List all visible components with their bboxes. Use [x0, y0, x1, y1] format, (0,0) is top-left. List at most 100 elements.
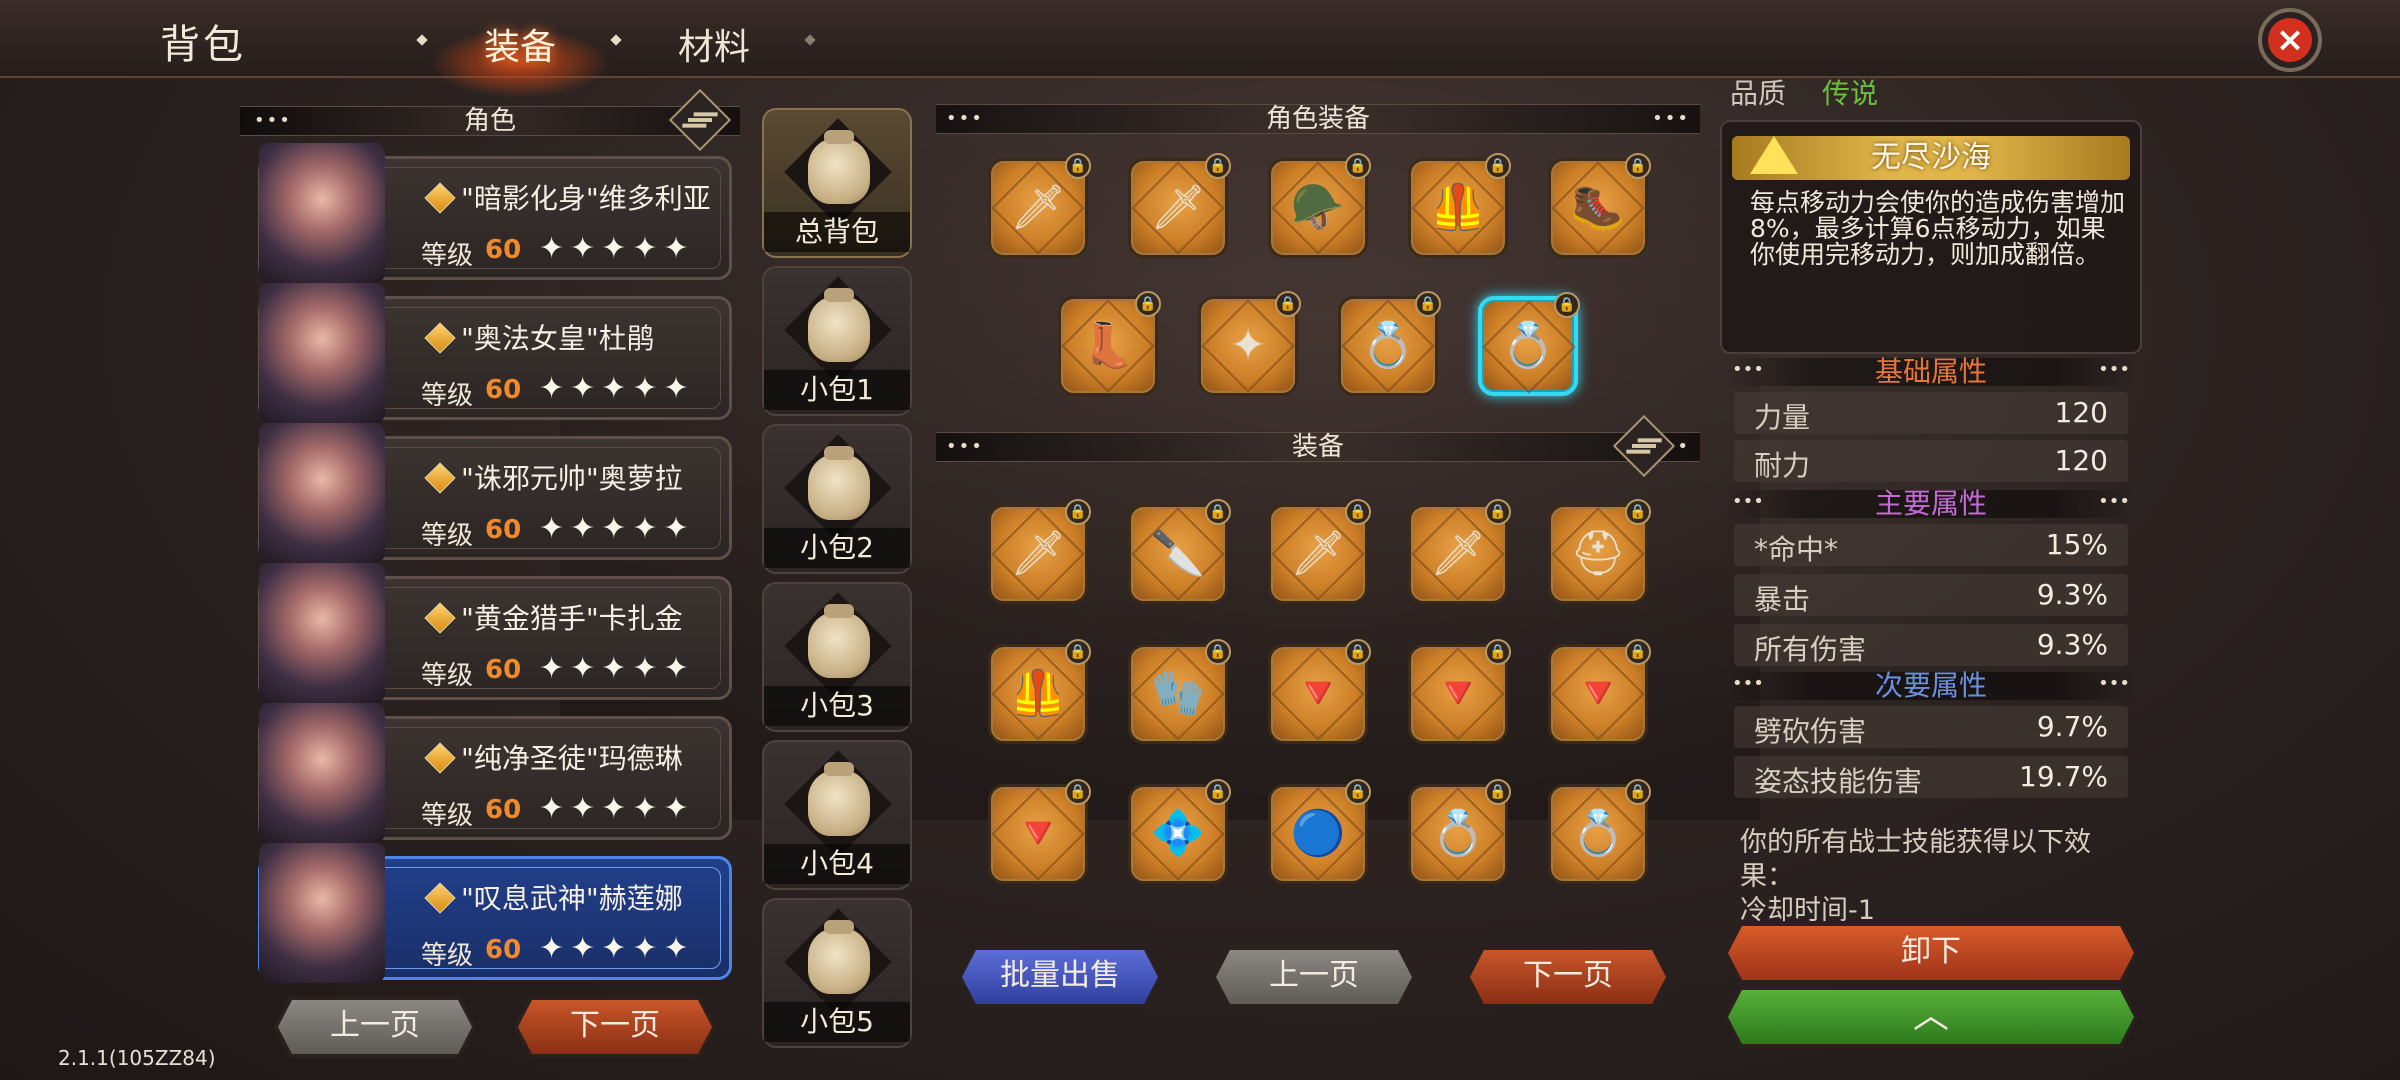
character-card[interactable]: "叹息武神"赫莲娜 等级 60 ✦✦✦✦✦	[258, 843, 732, 983]
bag-tab[interactable]: 总背包	[762, 108, 912, 258]
equipment-slot[interactable]: 🥾 🔒	[1548, 153, 1651, 258]
lock-icon: 🔒	[1135, 291, 1161, 317]
bulk-sell-button[interactable]: 批量出售	[962, 950, 1158, 1004]
stat-row: 所有伤害 9.3%	[1734, 624, 2128, 666]
lock-icon: 🔒	[1485, 779, 1511, 805]
lock-icon: 🔒	[1625, 639, 1651, 665]
character-card[interactable]: "诛邪元帅"奥萝拉等级 60 ✦✦✦✦✦	[258, 423, 732, 563]
equipment-slot[interactable]: 🦺 🔒	[1408, 153, 1511, 258]
blue-orb-icon: 🔵	[1290, 808, 1346, 859]
red-blade-icon: 🗡	[1010, 528, 1066, 579]
star-rating: ✦✦✦✦✦	[539, 931, 695, 966]
equipment-slot[interactable]: 🔻 🔒	[1408, 639, 1511, 744]
bag-icon	[808, 920, 870, 994]
star-rating: ✦✦✦✦✦	[539, 511, 695, 546]
tab-equipment[interactable]: 装备	[484, 18, 556, 70]
lock-icon: 🔒	[1625, 499, 1651, 525]
stat-row: *命中* 15%	[1734, 524, 2128, 566]
equipment-slot[interactable]: 💍 🔒	[1548, 779, 1651, 884]
unequip-button[interactable]: 卸下	[1728, 926, 2134, 980]
level-label: 等级	[421, 381, 474, 411]
avatar	[259, 703, 385, 843]
bag-icon	[808, 288, 870, 362]
equipment-slot[interactable]: 🗡 🔒	[1268, 499, 1371, 604]
upgrade-button[interactable]: ︿	[1728, 990, 2134, 1044]
character-name: "诛邪元帅"奥萝拉	[461, 462, 683, 495]
equipment-slot[interactable]: 🗡 🔒	[988, 153, 1091, 258]
boots-icon: 👢	[1080, 320, 1136, 371]
lock-icon: 🔒	[1065, 779, 1091, 805]
equipment-slot[interactable]: 🔪 🔒	[1128, 499, 1231, 604]
equipment-slot[interactable]: 🔻 🔒	[1548, 639, 1651, 744]
equipment-slot[interactable]: 💍 🔒	[1478, 292, 1580, 396]
amulet-icon: 🔻	[1010, 808, 1066, 859]
amulet-icon: 🔻	[1430, 668, 1486, 719]
character-card[interactable]: "黄金猎手"卡扎金 等级 60 ✦✦✦✦✦	[258, 563, 732, 703]
bag-tab[interactable]: 小包1	[762, 266, 912, 416]
equipment-slot[interactable]: 🗡 🔒	[1128, 153, 1231, 258]
avatar	[259, 283, 385, 423]
star-rating: ✦✦✦✦✦	[539, 231, 695, 266]
character-card[interactable]: "暗影化身"维多利亚 等级 60 ✦✦✦✦✦	[258, 143, 732, 283]
stat-row: 姿态技能伤害 19.7%	[1734, 756, 2128, 798]
bag-label: 总背包	[764, 212, 910, 252]
equipment-slot[interactable]: 🔻 🔒	[988, 779, 1091, 884]
equipment-slot[interactable]: 🗡 🔒	[988, 499, 1091, 604]
equipment-slot[interactable]: 💍 🔒	[1408, 779, 1511, 884]
lock-icon: 🔒	[1625, 153, 1651, 179]
equipment-slot[interactable]: 💠 🔒	[1128, 779, 1231, 884]
character-prev-page-button[interactable]: 上一页	[278, 1000, 472, 1054]
lock-icon: 🔒	[1205, 499, 1231, 525]
version-label: 2.1.1(105ZZ84)	[58, 1046, 216, 1070]
stat-value: 15%	[2045, 528, 2108, 561]
equipment-slot[interactable]: 🗡 🔒	[1408, 499, 1511, 604]
gauntlet-icon: 🧤	[1150, 668, 1206, 719]
bag-tab[interactable]: 小包2	[762, 424, 912, 574]
equipment-prev-page-button[interactable]: 上一页	[1216, 950, 1412, 1004]
equipment-slot[interactable]: 🧤 🔒	[1128, 639, 1231, 744]
winged-amulet-icon: ✦	[1229, 320, 1267, 371]
character-card[interactable]: "奥法女皇"杜鹃 等级 60 ✦✦✦✦✦	[258, 283, 732, 423]
base-stats-header: ••• 基础属性 •••	[1726, 358, 2136, 386]
equipment-slot[interactable]: 🔻 🔒	[1268, 639, 1371, 744]
amulet-icon: 🔻	[1290, 668, 1346, 719]
helmet-icon: ⛑	[1570, 528, 1626, 579]
bag-tab[interactable]: 小包4	[762, 740, 912, 890]
equipment-next-page-button[interactable]: 下一页	[1470, 950, 1666, 1004]
lock-icon: 🔒	[1345, 499, 1371, 525]
amulet-icon: 🔻	[1570, 668, 1626, 719]
bag-icon	[808, 604, 870, 678]
bag-tab[interactable]: 小包3	[762, 582, 912, 732]
close-button[interactable]: ×	[2258, 8, 2322, 72]
level-value: 60	[485, 515, 522, 545]
level-label: 等级	[421, 521, 474, 551]
tab-materials[interactable]: 材料	[678, 18, 750, 70]
red-blade-icon: 🗡	[1150, 182, 1206, 233]
star-rating: ✦✦✦✦✦	[539, 651, 695, 686]
quality-value: 传说	[1822, 77, 1879, 110]
lock-icon: 🔒	[1625, 779, 1651, 805]
sub-stats-header: ••• 次要属性 •••	[1726, 672, 2136, 700]
stat-key: 暴击	[1754, 583, 1811, 616]
lock-icon: 🔒	[1205, 153, 1231, 179]
equipment-slot[interactable]: ⛑ 🔒	[1548, 499, 1651, 604]
equipment-slot[interactable]: 🦺 🔒	[988, 639, 1091, 744]
equipment-slot[interactable]: 🪖 🔒	[1268, 153, 1371, 258]
set-name: 无尽沙海	[1871, 140, 1991, 175]
equipment-slot[interactable]: 👢 🔒	[1058, 291, 1161, 396]
equipment-slot[interactable]: ✦ 🔒	[1198, 291, 1301, 396]
stat-row: 劈砍伤害 9.7%	[1734, 706, 2128, 748]
bag-label: 小包2	[764, 528, 910, 568]
character-next-page-button[interactable]: 下一页	[518, 1000, 712, 1054]
chevron-up-icon: ︿	[1912, 995, 1949, 1036]
stat-value: 120	[2054, 396, 2108, 429]
stat-value: 120	[2054, 444, 2108, 477]
bag-tab[interactable]: 小包5	[762, 898, 912, 1048]
bag-label: 小包5	[764, 1002, 910, 1042]
equipment-slot[interactable]: 🔵 🔒	[1268, 779, 1371, 884]
level-label: 等级	[421, 241, 474, 271]
equipment-slot[interactable]: 💍 🔒	[1338, 291, 1441, 396]
character-card[interactable]: "纯净圣徒"玛德琳 等级 60 ✦✦✦✦✦	[258, 703, 732, 843]
ring-icon: 💍	[1360, 320, 1416, 371]
chest-armor-icon: 🦺	[1010, 668, 1066, 719]
